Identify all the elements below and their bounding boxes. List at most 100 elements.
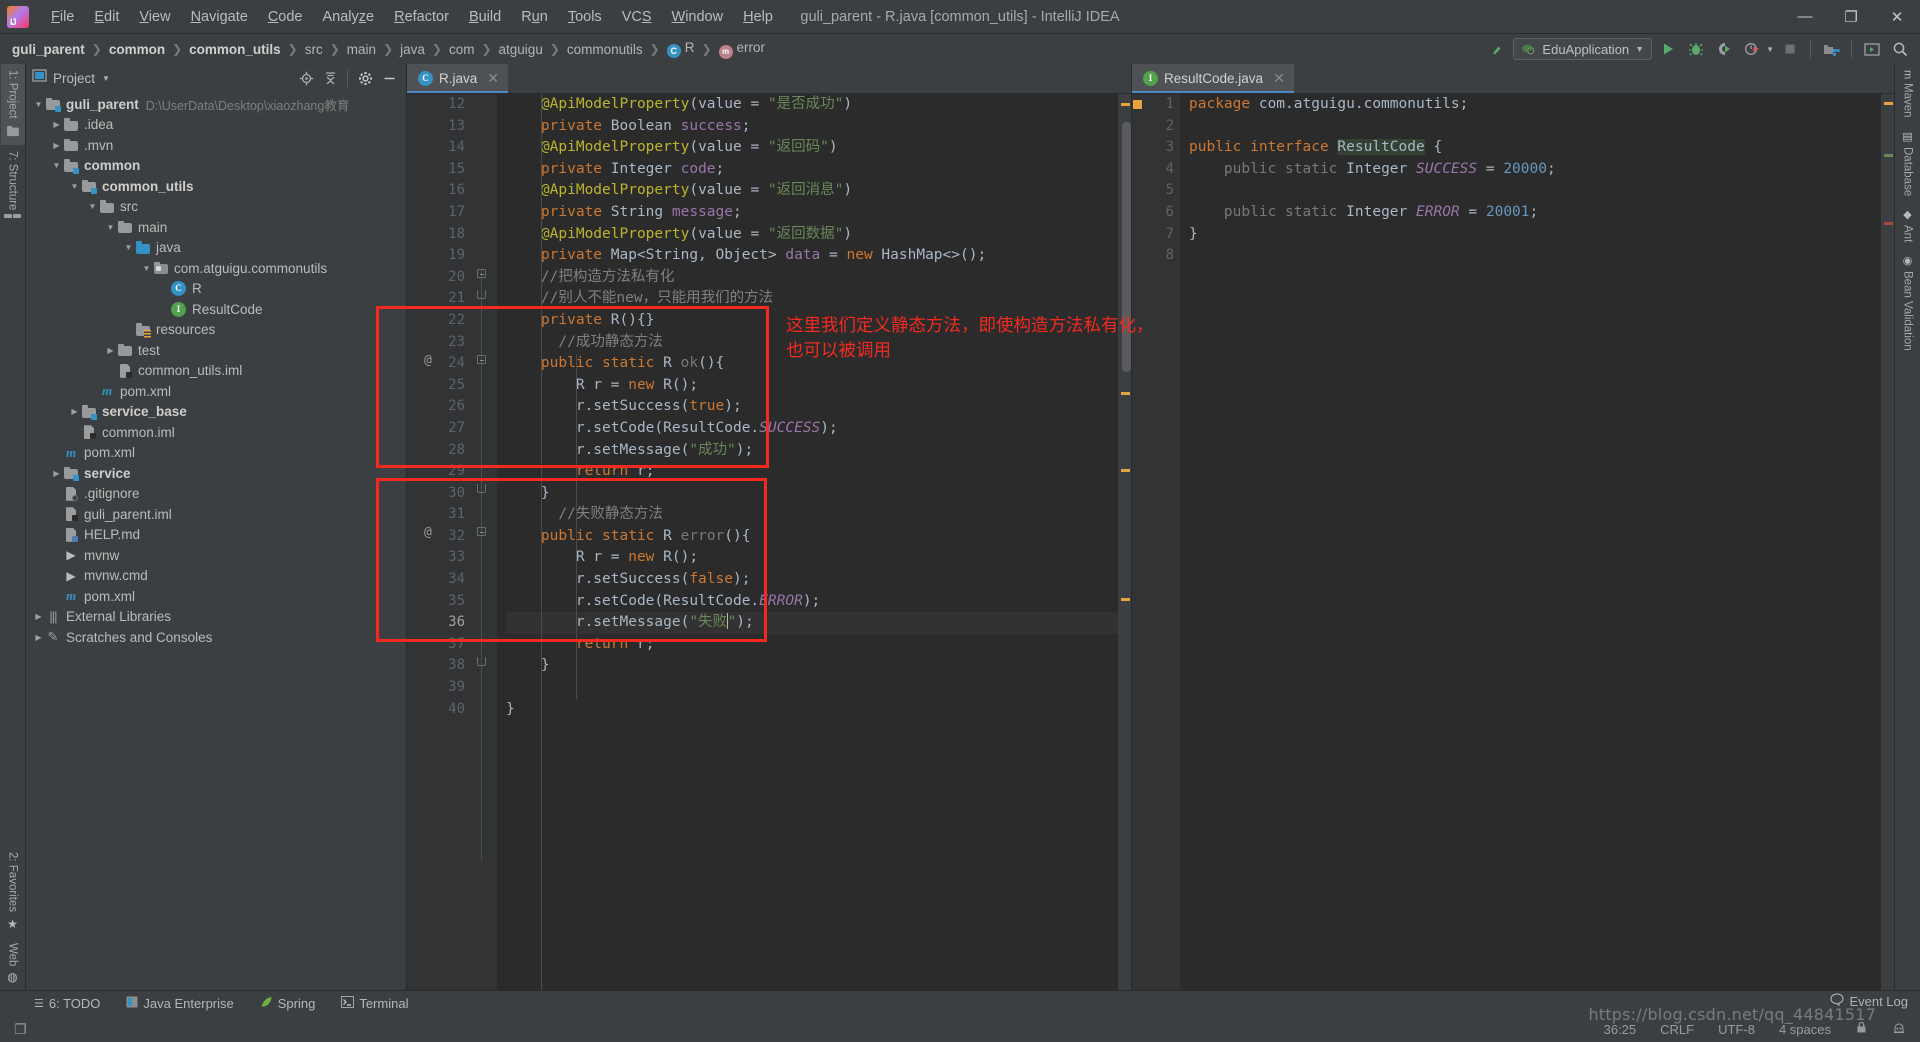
breadcrumb-item-java[interactable]: java: [396, 41, 429, 58]
tree-node-common[interactable]: ▼ common: [26, 156, 406, 177]
code-line[interactable]: //别人不能new，只能用我们的方法: [506, 288, 1118, 310]
line-separator[interactable]: CRLF: [1656, 1021, 1698, 1038]
tree-node-common-utils-iml[interactable]: common_utils.iml: [26, 361, 406, 382]
tree-node-service-base[interactable]: ▶ service_base: [26, 402, 406, 423]
tree-node-mvnw-cmd[interactable]: ▶ mvnw.cmd: [26, 566, 406, 587]
code-line[interactable]: R r = new R();: [506, 375, 1118, 397]
chevron-down-icon[interactable]: ▼: [32, 100, 45, 109]
fold-collapse-icon-2[interactable]: [477, 355, 486, 364]
fold-gutter-left[interactable]: [471, 94, 497, 990]
chevron-down-icon[interactable]: ▼: [68, 182, 81, 191]
tree-node-src[interactable]: ▼ src: [26, 197, 406, 218]
stripe-warning-mark-3[interactable]: [1121, 469, 1130, 472]
make-project-icon[interactable]: [1485, 38, 1509, 60]
tree-node-resultcode[interactable]: I ResultCode: [26, 299, 406, 320]
menu-item-build[interactable]: Build: [459, 6, 511, 28]
event-log-button[interactable]: Event Log: [1830, 993, 1908, 1009]
breadcrumb-item-atguigu[interactable]: atguigu: [495, 41, 547, 58]
tree-node-external-libraries[interactable]: ▶ ||| External Libraries: [26, 607, 406, 628]
marker-column-right[interactable]: [1132, 94, 1144, 990]
menu-item-vcs[interactable]: VCS: [612, 6, 662, 28]
chevron-right-icon[interactable]: ▶: [68, 407, 81, 416]
close-icon[interactable]: ✕: [1273, 70, 1285, 87]
rail-item-structure[interactable]: 7: Structure: [0, 145, 25, 224]
menu-item-tools[interactable]: Tools: [558, 6, 612, 28]
toggle-toolbar-icon[interactable]: ❐: [14, 1021, 27, 1038]
code-line[interactable]: private String message;: [506, 202, 1118, 224]
tab-resultcode-java[interactable]: I ResultCode.java ✕: [1132, 64, 1294, 93]
tree-node-com-atguigu-commonutils[interactable]: ▼ com.atguigu.commonutils: [26, 258, 406, 279]
menu-item-navigate[interactable]: Navigate: [181, 6, 258, 28]
stop-icon[interactable]: [1778, 38, 1802, 60]
code-line[interactable]: return r;: [506, 461, 1118, 483]
close-button[interactable]: ✕: [1874, 0, 1920, 34]
tree-node-java[interactable]: ▼ java: [26, 238, 406, 259]
menu-item-view[interactable]: View: [129, 6, 180, 28]
gear-icon[interactable]: [354, 67, 376, 89]
tree-node-scratches-and-consoles[interactable]: ▶ ✎ Scratches and Consoles: [26, 627, 406, 648]
tree-node-pom-xml[interactable]: m pom.xml: [26, 586, 406, 607]
rail-item-web[interactable]: Web ◍: [2, 937, 24, 990]
rail-item-database[interactable]: ▤ Database: [1897, 124, 1918, 202]
stripe-warning-mark-4[interactable]: [1121, 598, 1130, 601]
debug-icon[interactable]: [1684, 38, 1708, 60]
tree-node-mvnw[interactable]: ▶ mvnw: [26, 545, 406, 566]
run-icon[interactable]: [1656, 38, 1680, 60]
stripe-warning-mark-2[interactable]: [1121, 392, 1130, 395]
bottom-item-spring[interactable]: Spring: [256, 994, 320, 1013]
breadcrumb-item-error[interactable]: m error: [715, 39, 770, 60]
code-line[interactable]: r.setCode(ResultCode.ERROR);: [506, 591, 1118, 613]
caret-position[interactable]: 36:25: [1600, 1021, 1641, 1038]
menu-item-analyze[interactable]: Analyze: [313, 6, 385, 28]
code-line[interactable]: R r = new R();: [506, 547, 1118, 569]
code-line[interactable]: @ApiModelProperty(value = "是否成功"): [506, 94, 1118, 116]
breadcrumb-item-commonutils[interactable]: commonutils: [563, 41, 647, 58]
chevron-down-icon[interactable]: ▼: [50, 161, 63, 170]
fold-end-icon-3[interactable]: [477, 657, 486, 666]
chevron-right-icon[interactable]: ▶: [104, 346, 117, 355]
project-tree[interactable]: ▼ guli_parent D:\UserData\Desktop\xiaozhan…: [26, 92, 406, 990]
code-line[interactable]: r.setMessage("失败");: [506, 612, 1118, 634]
tree-node-guli-parent-iml[interactable]: guli_parent.iml: [26, 504, 406, 525]
tab-r-java[interactable]: C R.java ✕: [407, 64, 508, 93]
locate-icon[interactable]: [295, 67, 317, 89]
close-icon[interactable]: ✕: [487, 70, 499, 87]
code-line[interactable]: return r;: [506, 634, 1118, 656]
tree-node-test[interactable]: ▶ test: [26, 340, 406, 361]
code-line[interactable]: }: [506, 483, 1118, 505]
code-area-left[interactable]: @ @ 12 13 14 15 16 17 18 19 20 21 22 23 24 25 26 27 28 29…: [407, 94, 1131, 990]
collapse-all-icon[interactable]: [319, 67, 341, 89]
code-line[interactable]: [1189, 245, 1881, 267]
code-line[interactable]: @ApiModelProperty(value = "返回消息"): [506, 180, 1118, 202]
hide-panel-icon[interactable]: [378, 67, 400, 89]
fold-collapse-icon[interactable]: [477, 269, 486, 278]
terminal-icon[interactable]: [1860, 38, 1884, 60]
code-text-left[interactable]: @ApiModelProperty(value = "是否成功") privat…: [497, 94, 1118, 990]
bottom-item-terminal[interactable]: Terminal: [337, 994, 412, 1013]
breadcrumb-item-main[interactable]: main: [343, 41, 380, 58]
chevron-down-icon[interactable]: ▼: [102, 74, 110, 83]
code-line[interactable]: }: [506, 699, 1118, 721]
menu-item-edit[interactable]: Edit: [84, 6, 129, 28]
run-configuration-selector[interactable]: EduApplication ▼: [1513, 38, 1653, 60]
chevron-down-icon[interactable]: ▼: [104, 223, 117, 232]
rail-item-favorites[interactable]: 2: Favorites ★: [2, 846, 24, 936]
code-line[interactable]: private Map<String, Object> data = new H…: [506, 245, 1118, 267]
code-line[interactable]: private Boolean success;: [506, 116, 1118, 138]
code-line[interactable]: r.setMessage("成功");: [506, 440, 1118, 462]
tree-node--idea[interactable]: ▶ .idea: [26, 115, 406, 136]
code-line[interactable]: [506, 677, 1118, 699]
fold-end-icon-2[interactable]: [477, 484, 486, 493]
error-stripe-left[interactable]: [1118, 94, 1131, 990]
code-line[interactable]: [1189, 180, 1881, 202]
chevron-right-icon[interactable]: ▶: [32, 633, 45, 642]
code-line[interactable]: @ApiModelProperty(value = "返回码"): [506, 137, 1118, 159]
stripe-warning-mark-r[interactable]: [1884, 102, 1893, 105]
error-stripe-right[interactable]: [1881, 94, 1894, 990]
chevron-right-icon[interactable]: ▶: [32, 612, 45, 621]
code-line[interactable]: //把构造方法私有化: [506, 267, 1118, 289]
code-area-right[interactable]: 1 2 3 4 5 6 7 8 package com.atguigu.commonutils…: [1132, 94, 1894, 990]
tree-node-main[interactable]: ▼ main: [26, 217, 406, 238]
tree-node--mvn[interactable]: ▶ .mvn: [26, 135, 406, 156]
chevron-down-icon[interactable]: ▼: [86, 202, 99, 211]
